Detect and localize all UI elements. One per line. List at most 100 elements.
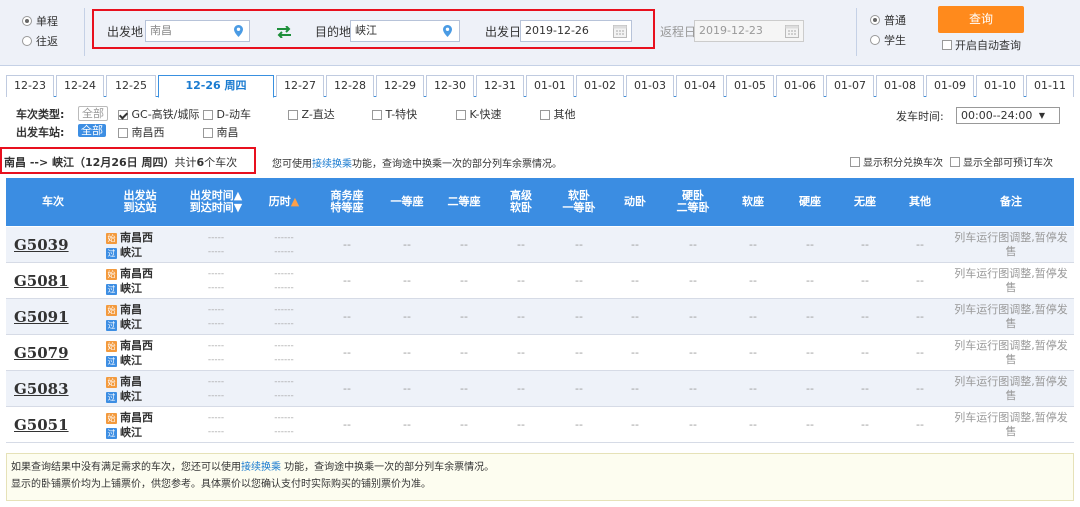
time-cell: ----- ----- xyxy=(207,304,225,329)
seat-cell: -- xyxy=(631,238,639,251)
date-tab[interactable]: 01-01 xyxy=(526,75,574,97)
from-station: 南昌 xyxy=(120,302,142,316)
date-tab[interactable]: 12-30 xyxy=(426,75,474,97)
date-tab[interactable]: 01-04 xyxy=(676,75,724,97)
station-option[interactable]: 南昌 xyxy=(203,124,239,140)
return-date-label: 返程日 xyxy=(660,25,697,39)
seat-cell: -- xyxy=(460,274,468,287)
display-options: 显示积分兑换车次 显示全部可预订车次 xyxy=(850,154,1053,169)
divider xyxy=(856,8,857,56)
divider xyxy=(84,8,85,56)
to-station: 峡江 xyxy=(120,245,142,259)
col-time-bottom[interactable]: 到达时间▼ xyxy=(190,202,242,214)
time-cell: ----- ----- xyxy=(207,340,225,365)
remark-cell: 列车运行图调整,暂停发售 xyxy=(954,266,1068,294)
date-tab[interactable]: 12-23 xyxy=(6,75,54,97)
start-station-icon: 始 xyxy=(106,304,117,316)
seat-cell: -- xyxy=(749,346,757,359)
date-tab[interactable]: 01-05 xyxy=(726,75,774,97)
seat-cell: -- xyxy=(916,310,924,323)
seat-cell: -- xyxy=(517,238,525,251)
date-tab[interactable]: 01-11 xyxy=(1026,75,1074,97)
depart-time-value: 00:00--24:00 xyxy=(961,109,1033,122)
points-checkbox[interactable] xyxy=(850,156,860,167)
seat-cell: -- xyxy=(631,274,639,287)
date-tab[interactable]: 12-27 xyxy=(276,75,324,97)
radio-normal[interactable]: 普通 xyxy=(870,12,906,28)
col-business: 商务座 特等座 xyxy=(330,189,364,214)
checkbox-icon xyxy=(203,128,213,138)
seat-cell: -- xyxy=(575,238,583,251)
from-station: 南昌 xyxy=(120,374,142,388)
train-number-link[interactable]: G5079 xyxy=(6,335,100,370)
checkbox-icon xyxy=(372,110,382,120)
date-tab[interactable]: 01-09 xyxy=(926,75,974,97)
notice-transfer-link[interactable]: 接续换乘 xyxy=(241,462,281,473)
col-train: 车次 xyxy=(42,195,64,208)
checkbox-icon xyxy=(942,40,952,50)
train-type-option[interactable]: 其他 xyxy=(540,106,576,122)
col-duration[interactable]: 历时 ▲ xyxy=(252,178,316,226)
station-option[interactable]: 南昌西 xyxy=(118,124,165,140)
date-tab[interactable]: 12-25 xyxy=(106,75,156,97)
date-tab[interactable]: 12-31 xyxy=(476,75,524,97)
calendar-icon[interactable] xyxy=(785,24,799,38)
date-tab[interactable]: 01-06 xyxy=(776,75,824,97)
start-station-icon: 始 xyxy=(106,412,117,424)
seat-cell: -- xyxy=(631,382,639,395)
auto-query-checkbox[interactable]: 开启自动查询 xyxy=(942,37,1021,53)
table-row: G5091 始南昌过峡江 ----- ----- ------ ------ -- -- -- -… xyxy=(6,299,1074,335)
transfer-link[interactable]: 接续换乘 xyxy=(312,159,352,170)
date-tab[interactable]: 01-03 xyxy=(626,75,674,97)
radio-dot-icon xyxy=(22,16,32,26)
highlight-box-summary xyxy=(0,147,256,174)
date-tab[interactable]: 12-29 xyxy=(376,75,424,97)
date-tab[interactable]: 01-07 xyxy=(826,75,874,97)
station-cell: 始南昌西过峡江 xyxy=(100,263,180,298)
transfer-hint: 您可使用接续换乘功能，查询途中换乘一次的部分列车余票情况。 xyxy=(272,155,562,170)
station-all-button[interactable]: 全部 xyxy=(78,124,106,137)
sort-arrow-icon: ▲ xyxy=(290,195,300,208)
duration-cell: ------ ------ xyxy=(274,304,294,329)
train-type-option[interactable]: GC-高铁/城际 xyxy=(118,106,199,122)
train-number-link[interactable]: G5091 xyxy=(6,299,100,334)
train-type-option[interactable]: T-特快 xyxy=(372,106,417,122)
radio-round-trip[interactable]: 往返 xyxy=(22,33,58,49)
seat-cell: -- xyxy=(689,346,697,359)
query-button[interactable]: 查询 xyxy=(938,6,1024,33)
radio-student[interactable]: 学生 xyxy=(870,32,906,48)
train-number-link[interactable]: G5083 xyxy=(6,371,100,406)
seat-cell: -- xyxy=(343,310,351,323)
date-tab[interactable]: 12-24 xyxy=(56,75,104,97)
date-tab[interactable]: 01-02 xyxy=(576,75,624,97)
seat-cell: -- xyxy=(403,382,411,395)
train-type-all-button[interactable]: 全部 xyxy=(78,106,108,121)
pass-station-icon: 过 xyxy=(106,319,117,331)
date-tab[interactable]: 12-26 周四 xyxy=(158,75,274,98)
date-tab[interactable]: 12-28 xyxy=(326,75,374,97)
train-type-option[interactable]: D-动车 xyxy=(203,106,251,122)
date-tab[interactable]: 01-08 xyxy=(876,75,924,97)
date-tab[interactable]: 01-10 xyxy=(976,75,1024,97)
seat-cell: -- xyxy=(517,310,525,323)
seat-cell: -- xyxy=(575,346,583,359)
to-station: 峡江 xyxy=(120,389,142,403)
seat-cell: -- xyxy=(916,418,924,431)
all-bookable-checkbox[interactable] xyxy=(950,156,960,167)
train-number-link[interactable]: G5039 xyxy=(6,227,100,262)
train-number-link[interactable]: G5081 xyxy=(6,263,100,298)
train-number-link[interactable]: G5051 xyxy=(6,407,100,442)
train-type-option[interactable]: K-快速 xyxy=(456,106,502,122)
return-date-input[interactable]: 2019-12-23 xyxy=(694,20,804,42)
depart-time-select[interactable]: 00:00--24:00 ▼ xyxy=(956,107,1060,124)
radio-one-way[interactable]: 单程 xyxy=(22,13,58,29)
col-first: 一等座 xyxy=(390,195,424,208)
time-cell: ----- ----- xyxy=(207,268,225,293)
seat-cell: -- xyxy=(460,418,468,431)
seat-cell: -- xyxy=(861,238,869,251)
station-cell: 始南昌西过峡江 xyxy=(100,335,180,370)
train-type-option-label: Z-直达 xyxy=(301,108,335,121)
seat-cell: -- xyxy=(575,382,583,395)
col-times[interactable]: 出发时间▲ 到达时间▼ xyxy=(180,178,252,226)
train-type-option[interactable]: Z-直达 xyxy=(288,106,335,122)
